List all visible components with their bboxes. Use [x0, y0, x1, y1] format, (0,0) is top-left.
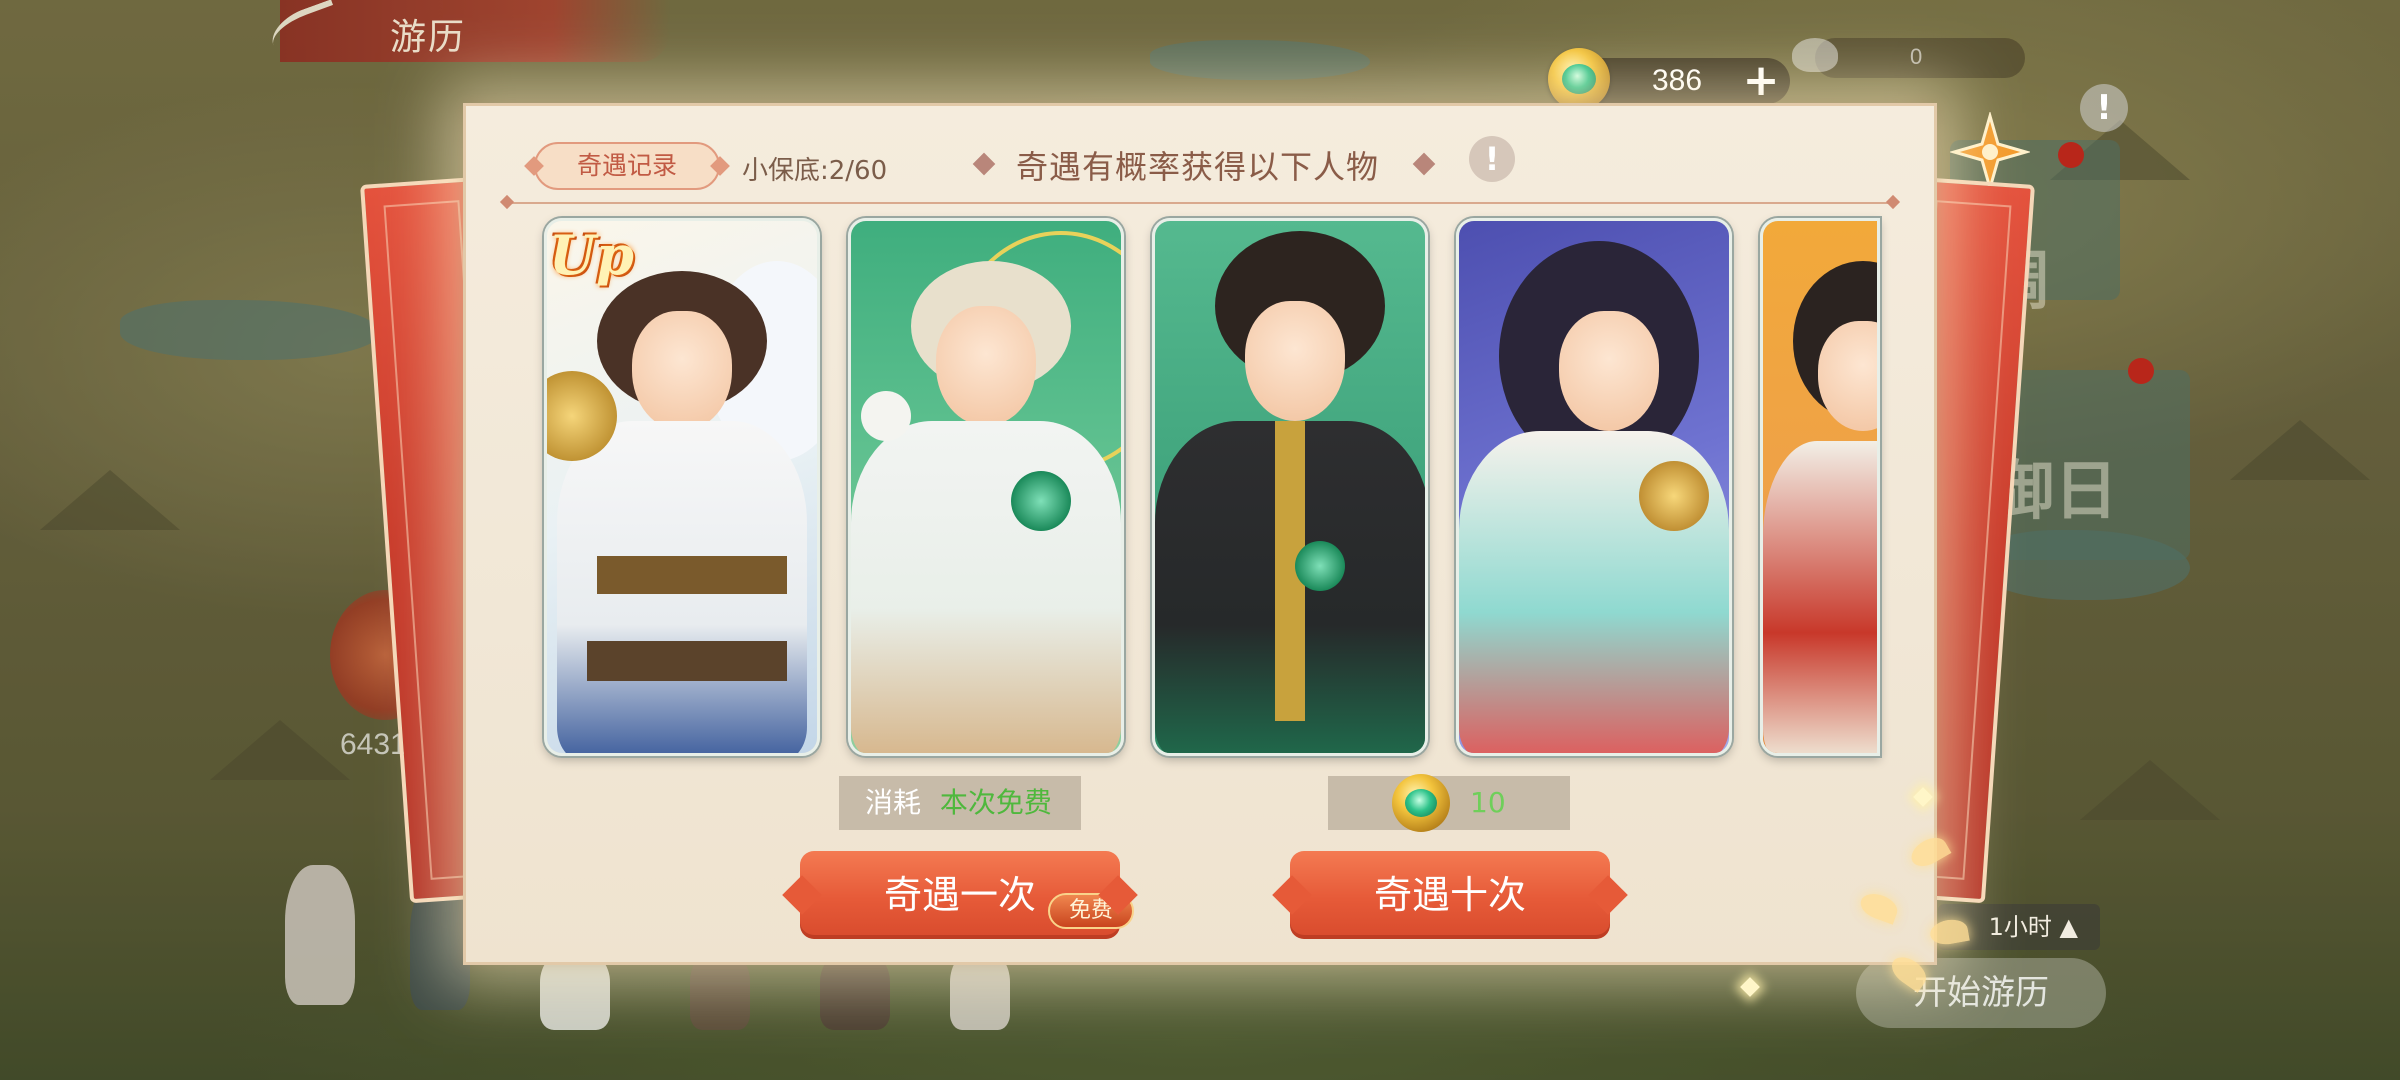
cost-label: 消耗: [865, 786, 922, 819]
bird-icon: [1792, 38, 1838, 72]
cost-ten-value: 10: [1470, 786, 1506, 819]
modal-title: 奇遇有概率获得以下人物: [1016, 148, 1380, 186]
location-label: 游历: [390, 17, 467, 58]
encounter-once-label: 奇遇一次: [883, 873, 1036, 917]
info-icon[interactable]: !: [1469, 136, 1515, 182]
jade-coin-icon: [1392, 774, 1450, 832]
alert-icon[interactable]: !: [2080, 84, 2128, 132]
cost-ten: 10: [1328, 774, 1570, 832]
encounter-once-button[interactable]: 奇遇一次 免费: [800, 851, 1134, 939]
location-tab[interactable]: [265, 0, 670, 62]
notification-dot: [2128, 358, 2154, 384]
notification-dot: [2058, 142, 2084, 168]
secondary-resource-count: 0: [1910, 44, 1923, 69]
encounter-modal: 奇遇记录 小保底:2/60 奇遇有概率获得以下人物 ! Up 消耗 本次免费 1…: [463, 103, 1937, 965]
encounter-ten-button[interactable]: 奇遇十次: [1290, 851, 1610, 939]
cost-free-text: 本次免费: [939, 786, 1052, 819]
encounter-record-button[interactable]: 奇遇记录: [534, 142, 720, 190]
up-badge: Up: [549, 223, 634, 287]
diamond-ornament: [1412, 152, 1436, 176]
hero-card-3[interactable]: [1152, 218, 1428, 756]
header-divider: [508, 202, 1892, 204]
hero-card-1[interactable]: Up: [544, 218, 820, 756]
hero-card-5[interactable]: [1760, 218, 1880, 756]
hero-card-4[interactable]: [1456, 218, 1732, 756]
diamond-ornament: [972, 152, 996, 176]
free-tag: 免费: [1048, 893, 1134, 929]
pity-counter: 小保底:2/60: [742, 156, 888, 186]
chibi-character: [285, 865, 355, 1005]
hero-card-2[interactable]: [848, 218, 1124, 756]
cost-single: 消耗 本次免费: [839, 776, 1081, 830]
